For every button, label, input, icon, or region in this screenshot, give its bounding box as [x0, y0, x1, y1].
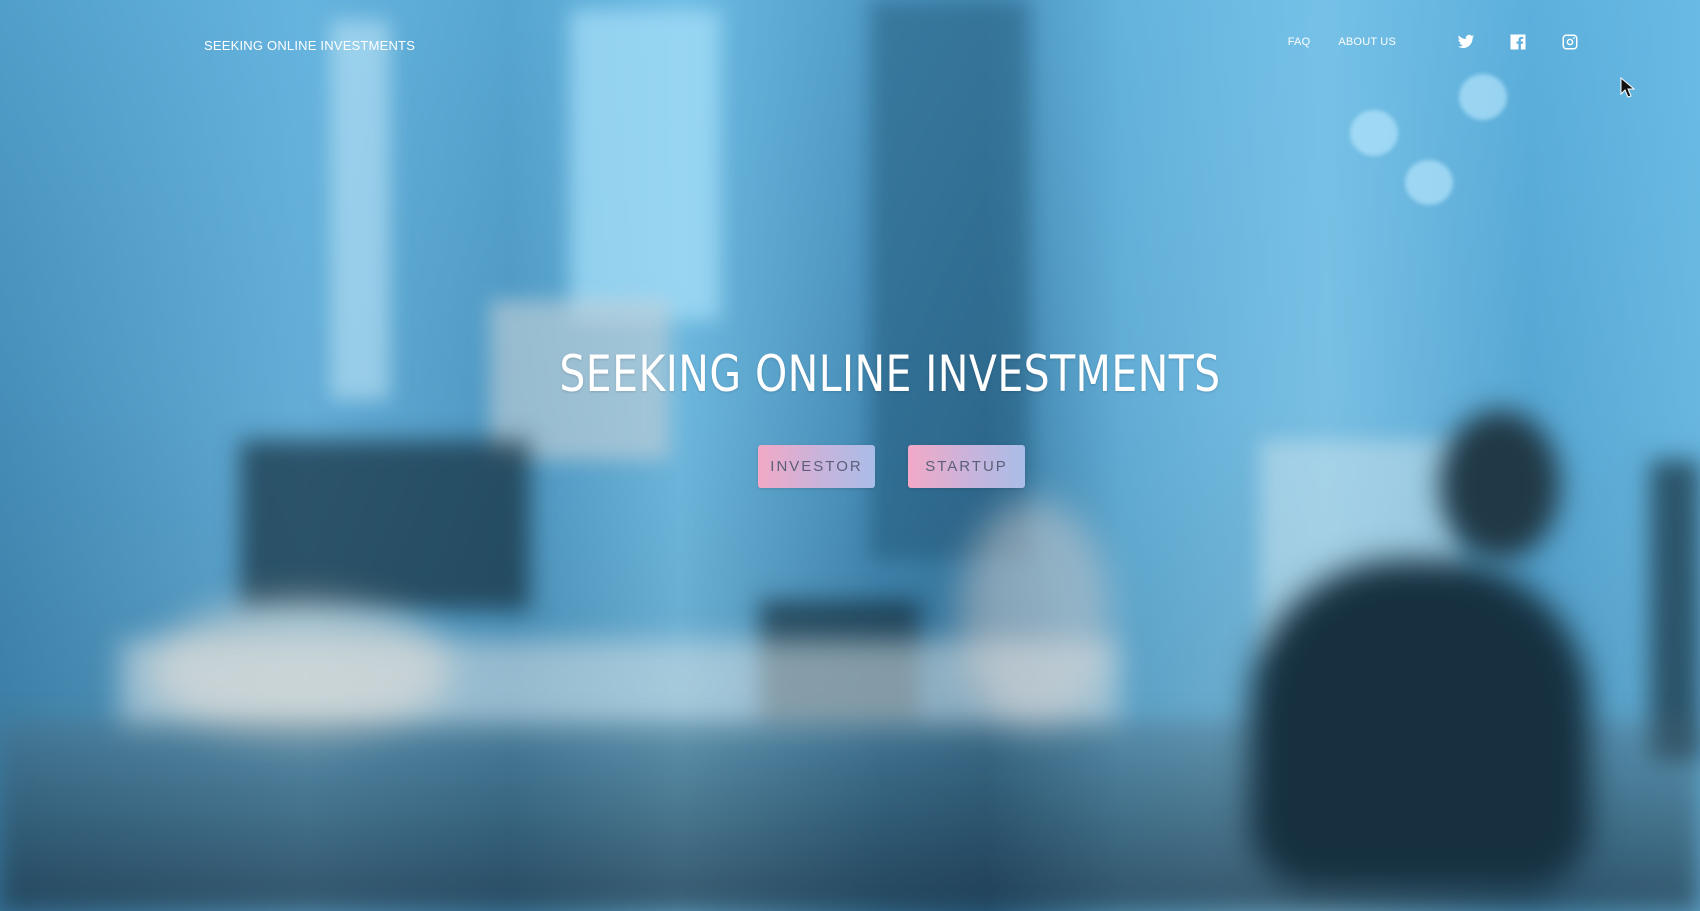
background-person-head [1440, 410, 1560, 560]
background-monitor [240, 440, 530, 610]
investor-button[interactable]: INVESTOR [758, 445, 875, 488]
background-lamp [1405, 160, 1453, 205]
background-person [150, 600, 450, 740]
nav-link-about-us[interactable]: ABOUT US [1338, 36, 1396, 48]
background-person [1250, 560, 1590, 890]
startup-button[interactable]: STARTUP [908, 445, 1025, 488]
hero-button-group: INVESTOR STARTUP [758, 445, 1025, 488]
mouse-cursor-icon [1620, 77, 1636, 98]
top-navbar: SEEKING ONLINE INVESTMENTS FAQ ABOUT US [0, 0, 1700, 90]
facebook-icon[interactable] [1508, 32, 1528, 52]
background-monitor [1650, 460, 1700, 760]
nav-links: FAQ ABOUT US [1288, 32, 1580, 52]
hero-section: SEEKING ONLINE INVESTMENTS [0, 345, 1700, 403]
brand-link[interactable]: SEEKING ONLINE INVESTMENTS [204, 38, 415, 53]
hero-title: SEEKING ONLINE INVESTMENTS [559, 345, 1221, 403]
landing-page: SEEKING ONLINE INVESTMENTS FAQ ABOUT US … [0, 0, 1700, 911]
nav-link-faq[interactable]: FAQ [1288, 36, 1311, 48]
background-person [960, 500, 1110, 730]
instagram-icon[interactable] [1560, 32, 1580, 52]
background-lamp [1350, 110, 1398, 156]
twitter-icon[interactable] [1456, 32, 1476, 52]
